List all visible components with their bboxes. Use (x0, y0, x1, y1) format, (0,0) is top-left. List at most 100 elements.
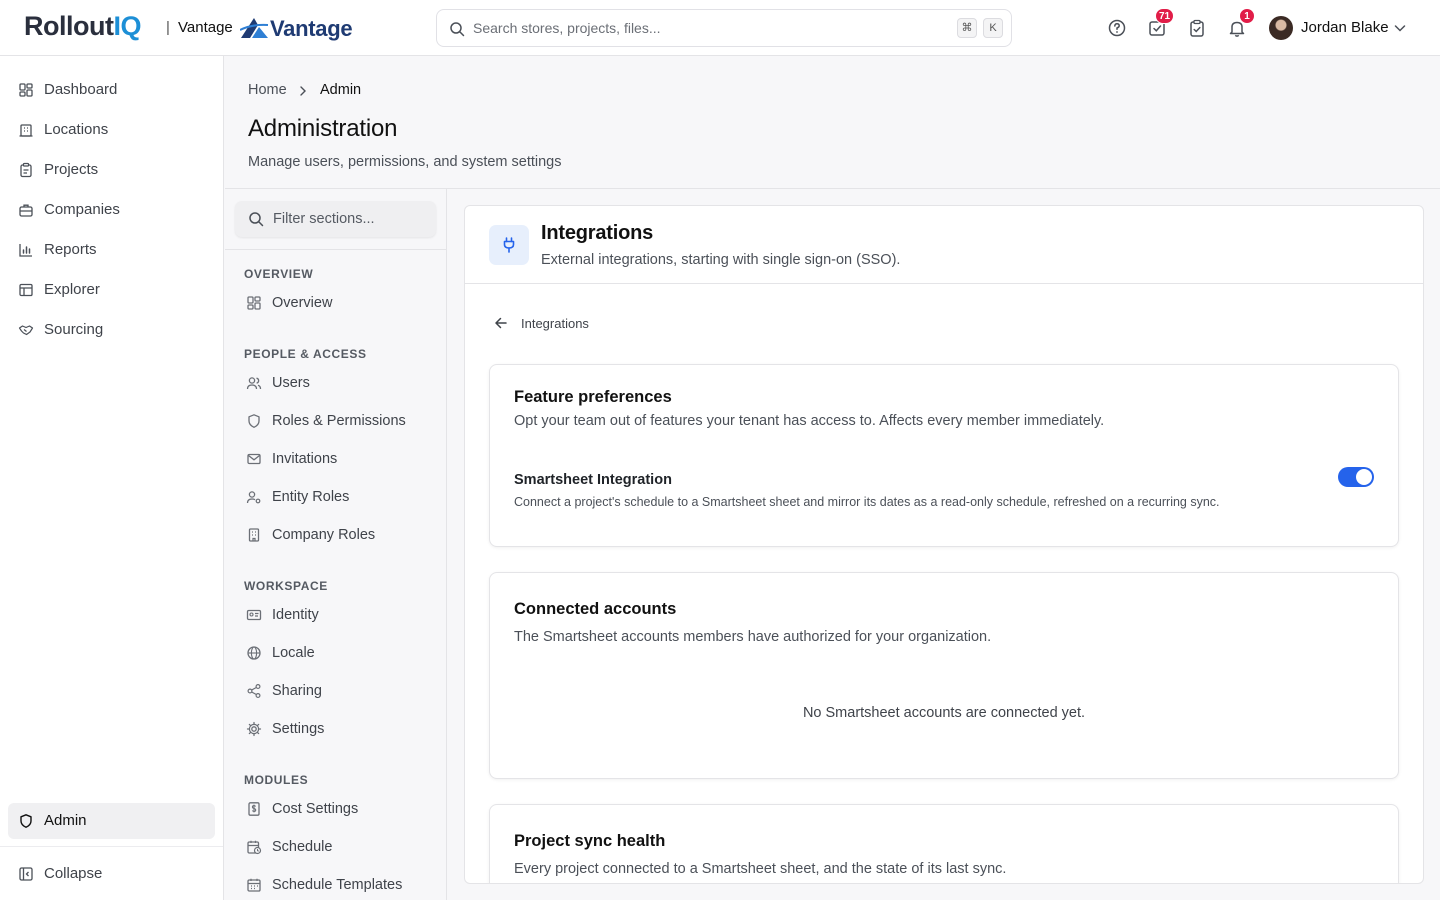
clipboard-check-icon (1190, 19, 1204, 37)
section-item-sharing[interactable]: Sharing (244, 680, 434, 704)
card-subtitle: Every project connected to a Smartsheet … (514, 861, 1007, 877)
sidebar-item-label: Locations (44, 121, 109, 138)
section-item-label: Sharing (272, 683, 322, 699)
gear-icon (246, 721, 262, 737)
notifications-button[interactable]: 1 (1226, 8, 1255, 39)
help-icon (1108, 19, 1126, 37)
section-item-roles-permissions[interactable]: Roles & Permissions (244, 410, 434, 434)
section-item-identity[interactable]: Identity (244, 604, 434, 628)
feature-description: Connect a project's schedule to a Smarts… (514, 495, 1220, 509)
breadcrumb-home[interactable]: Home (248, 82, 287, 98)
tasks-button[interactable]: 71 (1146, 8, 1175, 39)
card-title: Connected accounts (514, 600, 677, 618)
card-title: Project sync health (514, 832, 666, 850)
sidebar-item-label: Dashboard (44, 81, 118, 98)
top-bar: RolloutIQ | Vantage Vantage Search store… (0, 0, 1440, 56)
integrations-badge (489, 225, 529, 265)
search-placeholder: Search stores, projects, files... (473, 20, 661, 36)
section-item-settings[interactable]: Settings (244, 718, 434, 742)
mail-icon (247, 453, 261, 465)
sidebar-item-explorer[interactable]: Explorer (8, 272, 215, 308)
sidebar-item-companies[interactable]: Companies (8, 192, 215, 228)
share-icon (247, 684, 261, 699)
section-item-overview[interactable]: Overview (244, 292, 434, 316)
sidebar-item-label: Collapse (44, 865, 103, 882)
brand-mark-icon (240, 18, 269, 38)
sidebar-item-label: Companies (44, 201, 120, 218)
section-item-users[interactable]: Users (244, 372, 434, 396)
project-sync-health-card: Project sync health Every project connec… (489, 804, 1399, 883)
back-link[interactable]: Integrations (521, 316, 589, 331)
card-subtitle: Opt your team out of features your tenan… (514, 413, 1105, 429)
sidebar-item-dashboard[interactable]: Dashboard (8, 72, 215, 108)
section-item-invitations[interactable]: Invitations (244, 448, 434, 472)
brand-name: Vantage (270, 16, 353, 41)
section-item-cost-settings[interactable]: Cost Settings (244, 798, 434, 822)
sidebar-item-label: Admin (44, 812, 87, 829)
admin-section-nav: Filter sections... OVERVIEW Overview PEO… (225, 189, 447, 900)
section-item-label: Schedule (272, 839, 333, 855)
tasks-count-badge: 71 (1155, 8, 1175, 24)
section-item-label: Users (272, 375, 310, 391)
app-logo[interactable]: RolloutIQ (24, 11, 141, 42)
card-subtitle: The Smartsheet accounts members have aut… (514, 629, 992, 645)
toggle-knob (1356, 469, 1372, 485)
section-item-schedule-templates[interactable]: Schedule Templates (244, 874, 434, 898)
user-name[interactable]: Jordan Blake (1301, 19, 1389, 36)
briefcase-icon (19, 204, 33, 217)
sidebar-divider (0, 846, 223, 847)
bar-chart-icon (19, 244, 32, 257)
integrations-panel: Integrations External integrations, star… (464, 205, 1424, 884)
sidebar-item-label: Explorer (44, 281, 100, 298)
collapse-icon (19, 867, 33, 881)
main-sidebar: Dashboard Locations Projects Companies R… (0, 56, 224, 900)
sidebar-item-reports[interactable]: Reports (8, 232, 215, 268)
sidebar-item-locations[interactable]: Locations (8, 112, 215, 148)
section-item-label: Schedule Templates (272, 877, 403, 893)
sidebar-item-label: Sourcing (44, 321, 104, 338)
building-icon (19, 124, 33, 137)
sidebar-item-projects[interactable]: Projects (8, 152, 215, 188)
section-item-schedule[interactable]: Schedule (244, 836, 434, 860)
sidebar-item-label: Projects (44, 161, 99, 178)
arrow-left-icon[interactable] (493, 315, 509, 331)
section-item-label: Cost Settings (272, 801, 359, 817)
section-item-label: Company Roles (272, 527, 376, 543)
section-group-people-access: PEOPLE & ACCESS (244, 347, 367, 361)
checklist-button[interactable] (1186, 17, 1208, 39)
chevron-right-icon (300, 86, 306, 96)
global-search[interactable]: Search stores, projects, files... ⌘ K (436, 9, 1012, 47)
avatar[interactable] (1269, 16, 1293, 40)
panel-title: Integrations (541, 222, 654, 244)
page-title: Administration (248, 115, 398, 142)
logo-accent-text: IQ (113, 11, 141, 41)
empty-state-text: No Smartsheet accounts are connected yet… (802, 705, 1086, 721)
dashboard-icon (247, 296, 261, 310)
chevron-down-icon[interactable] (1392, 20, 1408, 36)
shield-icon (248, 414, 260, 428)
smartsheet-integration-toggle[interactable] (1338, 467, 1374, 487)
breadcrumb-current: Admin (320, 82, 362, 98)
search-icon (249, 212, 264, 227)
section-item-label: Locale (272, 645, 315, 661)
feature-name: Smartsheet Integration (514, 472, 672, 488)
tenant-name: Vantage (178, 19, 233, 36)
filter-sections-input[interactable]: Filter sections... (235, 201, 436, 237)
help-button[interactable] (1106, 17, 1128, 39)
receipt-dollar-icon (248, 802, 260, 816)
handshake-icon (18, 325, 34, 336)
id-card-icon (246, 609, 262, 621)
section-item-entity-roles[interactable]: Entity Roles (244, 486, 434, 510)
section-group-overview: OVERVIEW (244, 267, 314, 281)
section-item-label: Invitations (272, 451, 338, 467)
shield-icon (20, 814, 32, 828)
sidebar-item-sourcing[interactable]: Sourcing (8, 312, 215, 348)
sidebar-item-admin[interactable]: Admin (8, 803, 215, 839)
section-item-locale[interactable]: Locale (244, 642, 434, 666)
notifications-count-badge: 1 (1239, 8, 1255, 24)
plug-icon (503, 237, 515, 253)
calendar-icon (247, 878, 261, 892)
clipboard-icon (20, 162, 32, 178)
section-item-company-roles[interactable]: Company Roles (244, 524, 434, 548)
collapse-sidebar-button[interactable]: Collapse (8, 856, 215, 892)
